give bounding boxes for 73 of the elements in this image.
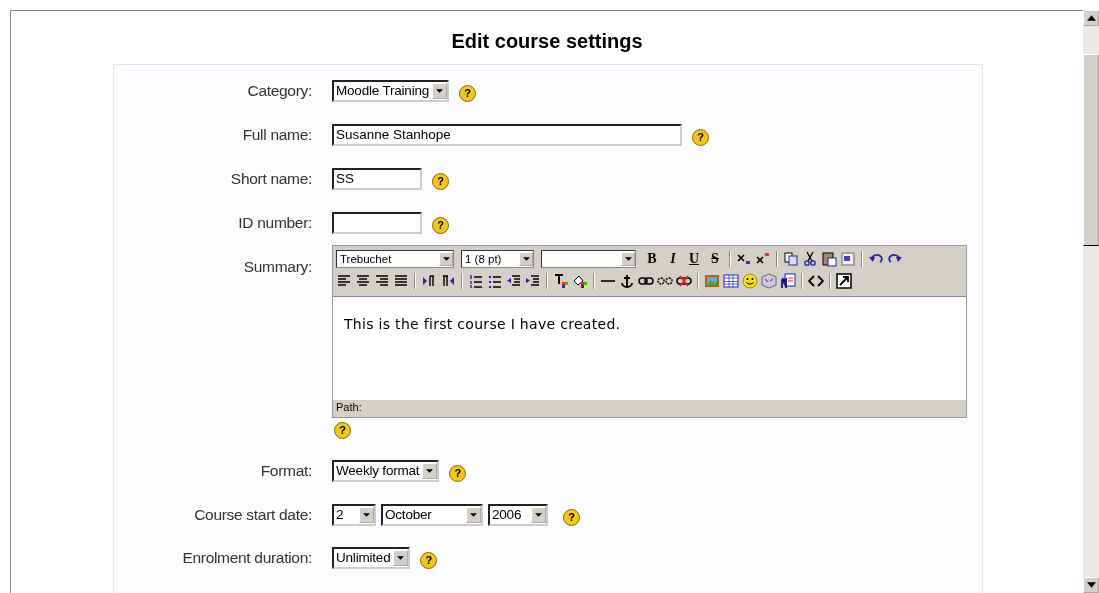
editor-area[interactable]: This is the first course I have created. xyxy=(333,296,966,400)
align-justify-icon[interactable] xyxy=(393,273,409,289)
align-left-icon[interactable] xyxy=(336,273,352,289)
dropdown[interactable]: 2006 xyxy=(488,503,548,526)
format-dropdown[interactable] xyxy=(541,250,636,268)
format-button[interactable]: U xyxy=(685,251,703,267)
text-color-icon[interactable] xyxy=(553,273,569,289)
code-icon[interactable] xyxy=(808,273,824,289)
field-label: Short name: xyxy=(229,169,313,188)
dropdown[interactable]: 2 xyxy=(332,503,376,526)
image-icon[interactable] xyxy=(704,273,720,289)
smiley-icon[interactable] xyxy=(742,273,758,289)
help-icon[interactable]: ? xyxy=(563,509,580,526)
dropdown[interactable]: Weekly format xyxy=(332,459,440,482)
dropdown[interactable]: Moodle Training xyxy=(332,79,450,102)
field-label: Full name: xyxy=(241,125,313,144)
dropdown-arrow-icon[interactable] xyxy=(624,257,632,261)
paste-word-icon[interactable] xyxy=(840,251,856,267)
dropdown-arrow-icon[interactable] xyxy=(522,257,530,261)
field-label: Format: xyxy=(259,461,313,480)
format-button[interactable]: S xyxy=(706,251,724,267)
help-icon[interactable]: ? xyxy=(432,173,449,190)
align-right-icon[interactable] xyxy=(374,273,390,289)
table-icon[interactable] xyxy=(723,273,739,289)
field-label: Category: xyxy=(246,81,313,100)
copy-icon[interactable] xyxy=(783,251,799,267)
dropdown-arrow-icon[interactable] xyxy=(442,257,450,261)
dropdown[interactable]: October xyxy=(381,503,483,526)
help-icon[interactable]: ? xyxy=(692,129,709,146)
format-button[interactable]: I xyxy=(664,251,682,267)
rtl-icon[interactable] xyxy=(440,273,456,289)
text-field[interactable]: Susanne Stanhope xyxy=(332,123,682,146)
cut-icon[interactable] xyxy=(802,251,818,267)
subscript-icon[interactable] xyxy=(736,251,752,267)
font-dropdown[interactable]: Trebuchet xyxy=(336,250,454,268)
field-label: Course start date: xyxy=(193,505,313,524)
align-center-icon[interactable] xyxy=(355,273,371,289)
document-icon[interactable] xyxy=(780,273,796,289)
text-field[interactable]: SS xyxy=(332,167,422,190)
help-icon[interactable]: ? xyxy=(459,85,477,102)
outdent-icon[interactable] xyxy=(506,273,522,289)
scroll-down-icon[interactable] xyxy=(1086,582,1096,588)
field-label: Enrolment duration: xyxy=(181,548,313,567)
dropdown-arrow-icon[interactable] xyxy=(363,512,370,517)
bullet-list-icon[interactable] xyxy=(487,273,503,289)
paste-icon[interactable] xyxy=(821,251,837,267)
dropdown[interactable]: Unlimited xyxy=(332,546,411,569)
size-dropdown[interactable]: 1 (8 pt) xyxy=(461,250,534,268)
dropdown-arrow-icon[interactable] xyxy=(436,88,444,93)
anchor-icon[interactable] xyxy=(619,273,635,289)
summary-text: This is the first course I have created. xyxy=(344,316,621,332)
help-icon[interactable]: ? xyxy=(420,552,438,569)
dropdown-arrow-icon[interactable] xyxy=(397,555,405,560)
path-label: Path: xyxy=(336,401,362,413)
help-icon[interactable]: ? xyxy=(334,422,351,439)
scroll-up-icon[interactable] xyxy=(1086,15,1096,21)
page-title: Edit course settings xyxy=(451,30,643,53)
field-label: Summary: xyxy=(242,257,313,276)
dropdown-arrow-icon[interactable] xyxy=(535,512,542,517)
text-field[interactable] xyxy=(332,211,422,234)
scrollbar[interactable] xyxy=(1083,10,1099,593)
indent-icon[interactable] xyxy=(525,273,541,289)
fullscreen-icon[interactable] xyxy=(836,273,852,289)
ltr-icon[interactable] xyxy=(421,273,437,289)
dropdown-arrow-icon[interactable] xyxy=(470,512,477,517)
broken-link-icon[interactable] xyxy=(676,273,692,289)
help-icon[interactable]: ? xyxy=(432,217,449,234)
numbered-list-icon[interactable] xyxy=(468,273,484,289)
help-icon[interactable]: ? xyxy=(449,465,467,482)
highlight-icon[interactable] xyxy=(572,273,588,289)
format-button[interactable]: B xyxy=(643,251,661,267)
field-label: ID number: xyxy=(237,213,313,232)
dropdown-arrow-icon[interactable] xyxy=(426,468,434,473)
